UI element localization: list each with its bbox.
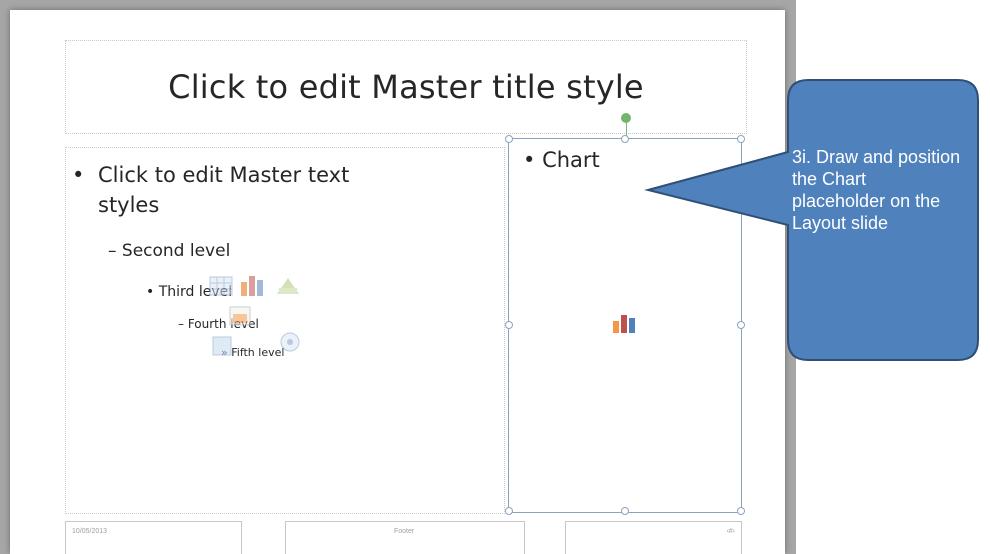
- callout-text: 3i. Draw and position the Chart placehol…: [792, 147, 961, 233]
- stage: Click to edit Master title style • Click …: [0, 0, 990, 554]
- callout-balloon: [644, 79, 979, 361]
